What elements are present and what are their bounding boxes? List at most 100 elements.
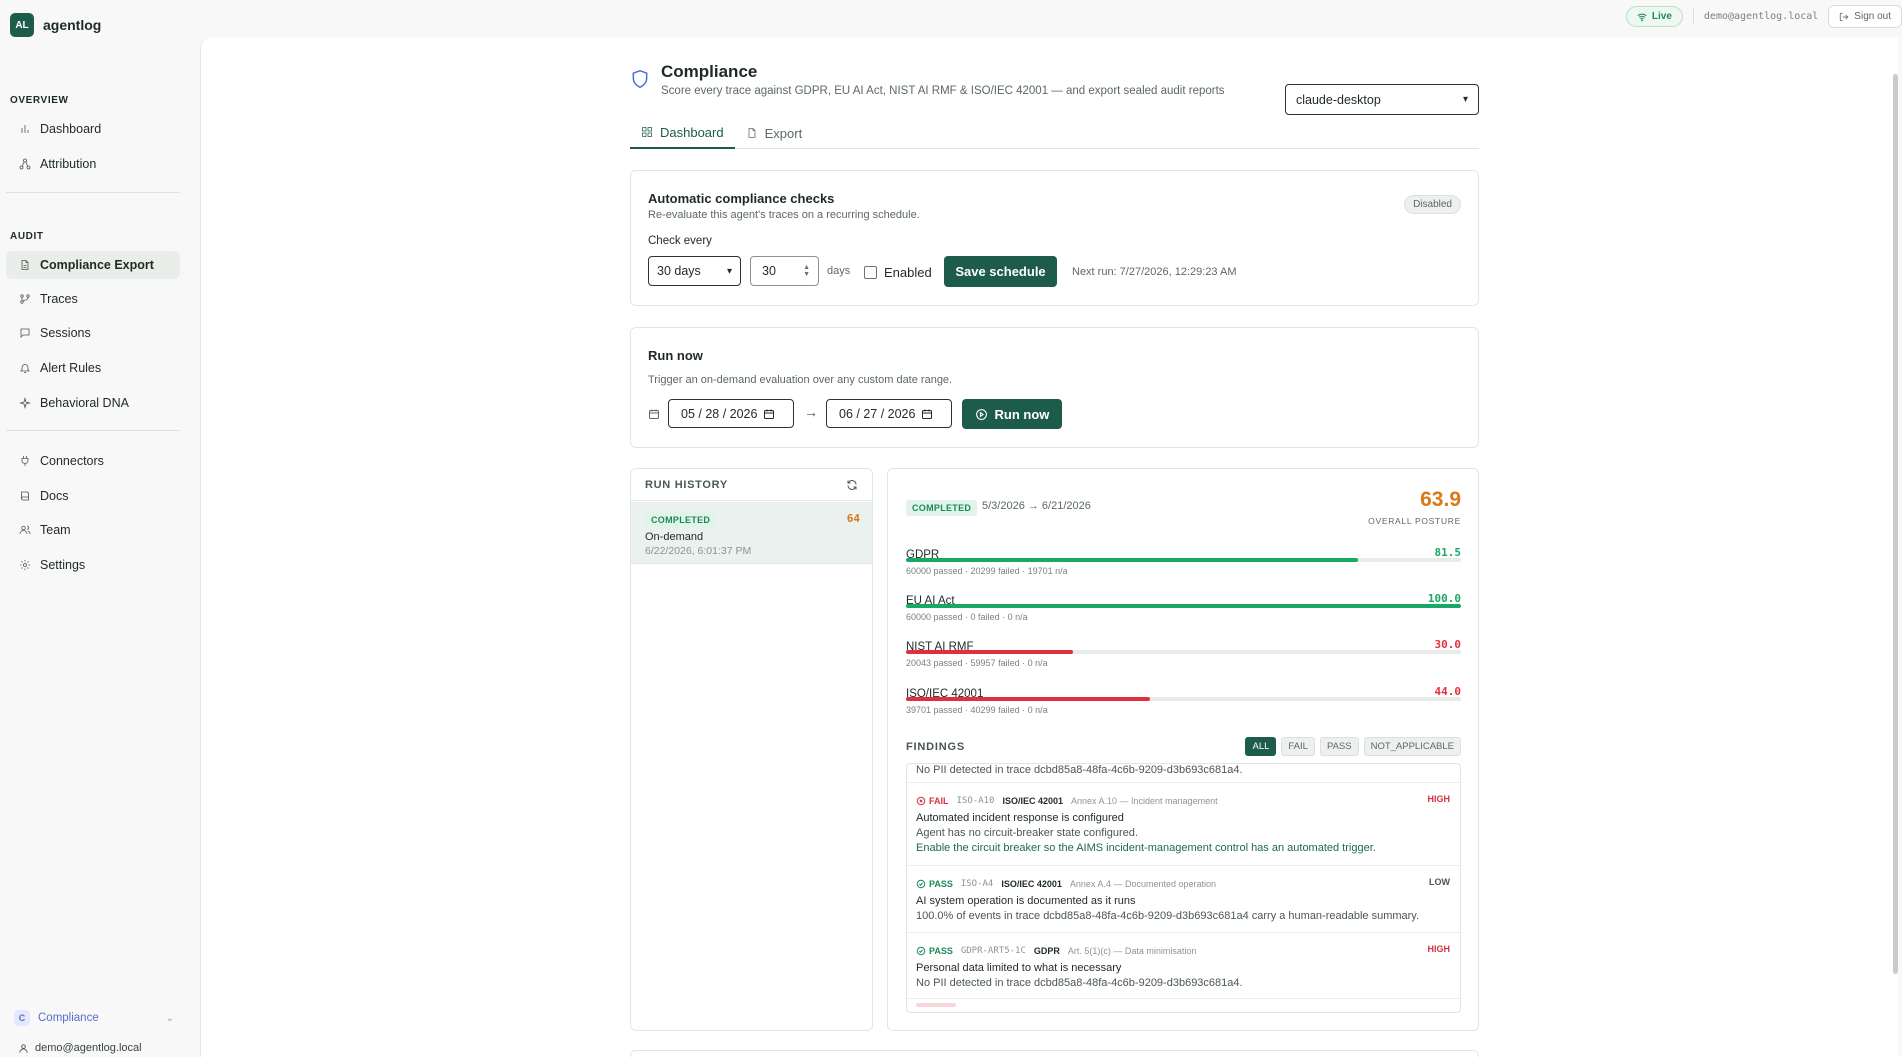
schedule-status-badge: Disabled [1404,195,1461,214]
enabled-checkbox[interactable] [864,266,877,279]
sidebar-item-attribution[interactable]: Attribution [6,150,180,178]
finding-item-partial[interactable]: No PII detected in trace dcbd85a8-48fa-4… [907,764,1460,783]
sidebar-item-team[interactable]: Team [6,516,180,544]
sidebar-item-label: Attribution [40,157,97,171]
tab-label: Dashboard [660,124,724,140]
finding-item[interactable]: FAIL ISO-A10 ISO/IEC 42001 Annex A.10 — … [907,783,1460,866]
tab-dashboard[interactable]: Dashboard [630,117,735,149]
filter-fail[interactable]: FAIL [1281,737,1315,756]
run-now-button[interactable]: Run now [962,399,1062,429]
sidebar-item-alert-rules[interactable]: Alert Rules [6,354,180,382]
page-header: Compliance Score every trace against GDP… [630,60,1479,115]
finding-code: GDPR-ART5-1C [960,946,1026,956]
sidebar-item-settings[interactable]: Settings [6,551,180,579]
calendar-icon [649,409,659,419]
finding-result-label: PASS [929,946,953,956]
end-date-input[interactable]: 06 / 27 / 2026 [826,399,952,428]
framework-bar-fill [906,697,1151,701]
run-status-badge: COMPLETED [645,512,717,528]
sidebar-item-behavioral-dna[interactable]: Behavioral DNA [6,389,180,417]
live-label: Live [1651,11,1672,22]
framework-row-eu-ai-act: EU AI Act 100.0 60000 passed · 0 failed … [906,592,1461,622]
interval-number-value: 30 [762,264,776,278]
detail-date-range: 5/3/2026 → 6/21/2026 [982,500,1091,512]
sidebar-item-label: Docs [40,489,69,503]
run-score: 64 [846,512,860,525]
detail-status-badge: COMPLETED [906,500,978,516]
start-date-input[interactable]: 05 / 28 / 2026 [668,399,794,428]
user-icon [19,1043,28,1053]
framework-row-nist-ai-rmf: NIST AI RMF 30.0 20043 passed · 59957 fa… [906,638,1461,668]
run-history-header: RUN HISTORY [631,469,872,501]
brand[interactable]: AL agentlog [10,13,101,37]
finding-result-badge: PASS [916,879,953,889]
sidebar-item-label: Alert Rules [40,361,102,375]
calendar-icon [922,409,933,419]
finding-severity: HIGH [1427,794,1451,804]
framework-bar-track [906,650,1461,654]
top-right-controls: Live demo@agentlog.local Sign out [1625,5,1902,28]
finding-meta: FAIL ISO-A10 ISO/IEC 42001 Annex A.10 — … [916,794,1451,808]
tab-export[interactable]: Export [735,117,814,149]
sidebar-user[interactable]: demo@agentlog.local [18,1042,142,1054]
framework-stats: 39701 passed · 40299 failed · 0 n/a [906,705,1048,715]
finding-framework: ISO/IEC 42001 [1002,796,1063,806]
sidebar-item-docs[interactable]: Docs [6,482,180,510]
sidebar-item-traces[interactable]: Traces [6,285,180,313]
run-timestamp: 6/22/2026, 6:01:37 PM [645,545,752,557]
check-every-label: Check every [648,235,712,247]
finding-item[interactable]: PASS GDPR-ART5-1C GDPR Art. 5(1)(c) — Da… [907,933,1460,999]
sidebar-item-compliance-export[interactable]: Compliance Export [6,251,180,279]
sign-out-button[interactable]: Sign out [1828,5,1902,28]
finding-description: Agent has no circuit-breaker state confi… [916,827,1138,839]
chevron-down-icon: ⌄ [165,1012,174,1024]
header-user-email: demo@agentlog.local [1703,11,1819,22]
sidebar-item-sessions[interactable]: Sessions [6,319,180,347]
framework-bar-track [906,697,1461,701]
tabs: Dashboard Export [630,117,1479,149]
finding-item[interactable]: PASS ISO-A4 ISO/IEC 42001 Annex A.4 — Do… [907,866,1460,933]
stepper-icon: ▲ ▼ [803,264,810,278]
top-bar: AL agentlog Live demo@agentlog.local Sig… [0,0,1902,37]
sidebar-item-connectors[interactable]: Connectors [6,447,180,475]
refresh-icon[interactable] [846,479,858,491]
run-kind: On-demand [645,531,704,543]
filter-pass[interactable]: PASS [1319,737,1359,756]
run-history-item[interactable]: COMPLETED 64 On-demand 6/22/2026, 6:01:3… [631,502,872,564]
filter-all[interactable]: ALL [1245,737,1277,756]
sidebar-item-dashboard[interactable]: Dashboard [6,115,180,143]
sidebar-item-label: Connectors [40,454,104,468]
network-icon [19,158,31,170]
sidebar: OVERVIEW Dashboard Attribution AUDIT Com… [0,37,200,1057]
users-icon [19,525,31,535]
sidebar-item-label: Settings [40,558,86,572]
date-range-arrow: → [804,404,818,420]
sidebar-divider [6,192,180,193]
sidebar-item-label: Team [40,523,71,537]
finding-framework: ISO/IEC 42001 [1001,879,1062,889]
finding-title: Automated incident response is configure… [916,812,1124,824]
framework-bar-fill [906,558,1359,562]
tab-label: Export [764,125,803,141]
agent-select[interactable]: claude-desktop ▾ [1285,84,1479,115]
finding-description: No PII detected in trace dcbd85a8-48fa-4… [916,977,1243,989]
filter-not-applicable[interactable]: NOT_APPLICABLE [1363,737,1461,756]
org-switcher[interactable]: C Compliance ⌄ [14,1010,174,1026]
save-schedule-button[interactable]: Save schedule [944,256,1057,287]
finding-description: No PII detected in trace dcbd85a8-48fa-4… [916,764,1243,776]
finding-remediation: Enable the circuit breaker so the AIMS i… [916,842,1376,854]
finding-title: AI system operation is documented as it … [916,895,1136,907]
sidebar-item-label: Behavioral DNA [40,396,129,410]
interval-select[interactable]: 30 days ▾ [648,256,741,286]
play-circle-icon [975,408,987,420]
interval-number-input[interactable]: 30 ▲ ▼ [750,256,819,286]
brand-name: agentlog [43,17,102,33]
finding-result-label: PASS [929,879,953,889]
run-now-label: Run now [994,406,1050,422]
enabled-toggle[interactable]: Enabled [864,265,932,280]
check-circle-icon [916,879,926,889]
page-scrollbar[interactable] [1893,74,1898,974]
calendar-icon [764,409,775,419]
chevron-down-icon: ▾ [1462,94,1468,105]
findings-filters: ALL FAIL PASS NOT_APPLICABLE [1245,737,1461,756]
